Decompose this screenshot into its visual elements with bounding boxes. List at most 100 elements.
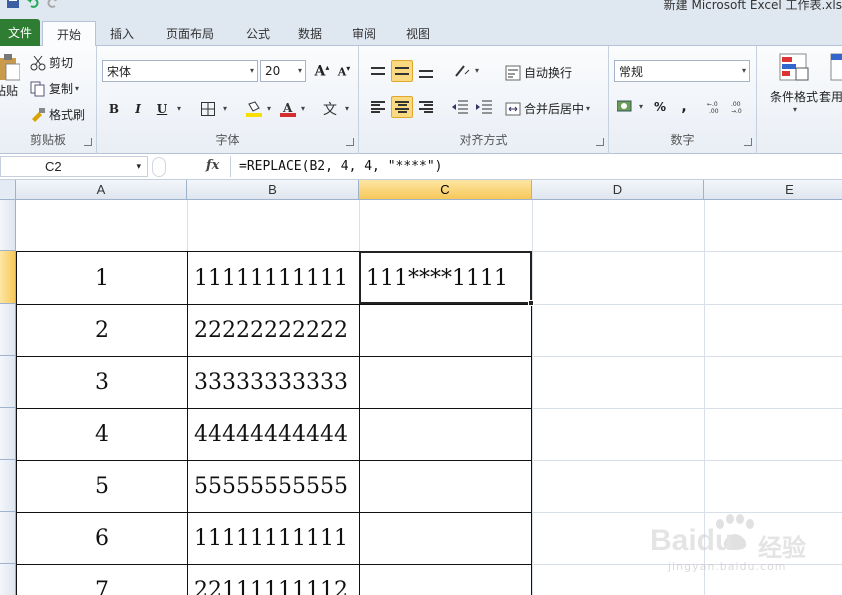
conditional-formatting-button[interactable]: 条件格式 ▾ — [763, 52, 825, 114]
tab-home[interactable]: 开始 — [42, 21, 96, 47]
font-color-dropdown-icon[interactable]: ▾ — [301, 104, 305, 113]
name-box[interactable]: C2 ▾ — [0, 156, 148, 177]
fill-color-button[interactable] — [243, 98, 265, 120]
row-header-7[interactable] — [0, 512, 16, 564]
insert-function-icon[interactable]: fx — [206, 158, 219, 173]
cell-c6[interactable] — [360, 461, 531, 512]
cell-a7[interactable]: 6 — [17, 513, 187, 564]
column-header-e[interactable]: E — [704, 180, 842, 200]
column-header-d[interactable]: D — [532, 180, 704, 200]
row-header-2[interactable] — [0, 251, 16, 304]
underline-dropdown-icon[interactable]: ▾ — [177, 104, 181, 113]
conditional-formatting-icon — [779, 53, 809, 81]
number-launcher-icon[interactable] — [744, 138, 752, 146]
alignment-launcher-icon[interactable] — [596, 138, 604, 146]
copy-button[interactable]: 复制 ▾ — [30, 80, 79, 97]
tab-data[interactable]: 数据 — [288, 21, 332, 46]
tab-page-layout[interactable]: 页面布局 — [150, 21, 230, 46]
cell-b4[interactable]: 33333333333 — [188, 357, 359, 408]
column-header-c[interactable]: C — [359, 180, 532, 200]
decrease-indent-button[interactable] — [449, 96, 471, 118]
wrap-text-button[interactable]: 自动换行 — [505, 64, 572, 81]
cell-b3[interactable]: 22222222222 — [188, 305, 359, 356]
decrease-decimal-button[interactable]: .00 →.0 — [729, 96, 751, 118]
align-bottom-button[interactable] — [415, 60, 437, 82]
format-painter-button[interactable]: 格式刷 — [30, 106, 85, 123]
decrease-font-size-button[interactable]: A▾ — [333, 60, 355, 82]
cell-c2[interactable]: 111****1111 — [360, 252, 531, 304]
cell-c8[interactable] — [360, 565, 531, 595]
italic-button[interactable]: I — [127, 98, 149, 120]
align-center-button[interactable] — [391, 96, 413, 118]
font-name-select[interactable]: 宋体 ▾ — [102, 60, 258, 82]
cell-a3[interactable]: 2 — [17, 305, 187, 356]
phonetic-dropdown-icon[interactable]: ▾ — [345, 104, 349, 113]
cell-c4[interactable] — [360, 357, 531, 408]
clipboard-launcher-icon[interactable] — [84, 138, 92, 146]
tab-view[interactable]: 视图 — [396, 21, 440, 46]
cell-a4[interactable]: 3 — [17, 357, 187, 408]
accounting-format-button[interactable] — [615, 96, 637, 118]
font-launcher-icon[interactable] — [346, 138, 354, 146]
name-box-dropdown-icon[interactable]: ▾ — [136, 161, 141, 172]
formula-bar-splitter[interactable] — [152, 157, 166, 177]
row-header-3[interactable] — [0, 304, 16, 356]
increase-font-size-button[interactable]: A▴ — [311, 60, 333, 82]
borders-dropdown-icon[interactable]: ▾ — [223, 104, 227, 113]
font-color-button[interactable]: A — [277, 98, 299, 120]
align-top-button[interactable] — [367, 60, 389, 82]
tab-insert[interactable]: 插入 — [100, 21, 144, 46]
fill-color-dropdown-icon[interactable]: ▾ — [267, 104, 271, 113]
cell-b7[interactable]: 11111111111 — [188, 513, 359, 564]
number-format-select[interactable]: 常规 ▾ — [614, 60, 750, 82]
align-left-button[interactable] — [367, 96, 389, 118]
cell-a6[interactable]: 5 — [17, 461, 187, 512]
accounting-dropdown-icon[interactable]: ▾ — [639, 102, 643, 111]
cell-a8[interactable]: 7 — [17, 565, 187, 595]
tab-file[interactable]: 文件 — [0, 19, 40, 46]
cell-b6[interactable]: 55555555555 — [188, 461, 359, 512]
select-all-corner[interactable] — [0, 180, 16, 200]
percent-button[interactable]: % — [649, 96, 671, 118]
undo-icon[interactable] — [26, 0, 40, 8]
comma-style-button[interactable]: , — [673, 96, 695, 118]
phonetic-button[interactable]: 文 — [319, 98, 341, 120]
borders-button[interactable] — [197, 98, 219, 120]
tab-formulas[interactable]: 公式 — [236, 21, 280, 46]
column-header-a[interactable]: A — [16, 180, 187, 200]
cell-a5[interactable]: 4 — [17, 409, 187, 460]
align-middle-button[interactable] — [391, 60, 413, 82]
merge-center-button[interactable]: 合并后居中 ▾ — [505, 100, 590, 117]
redo-icon[interactable] — [46, 0, 60, 8]
bold-button[interactable]: B — [103, 98, 125, 120]
cell-b2[interactable]: 11111111111 — [188, 252, 359, 304]
underline-button[interactable]: U — [151, 98, 173, 120]
merge-center-dropdown-icon[interactable]: ▾ — [586, 104, 590, 113]
orientation-button[interactable] — [451, 60, 473, 82]
row-header-8[interactable] — [0, 564, 16, 595]
increase-indent-button[interactable] — [473, 96, 495, 118]
format-as-table-button[interactable]: 套用表格格式 — [819, 52, 842, 105]
cell-c3[interactable] — [360, 305, 531, 356]
fill-handle[interactable] — [528, 300, 534, 306]
paste-button[interactable]: 粘贴 — [0, 54, 22, 99]
orientation-dropdown-icon[interactable]: ▾ — [475, 66, 479, 75]
cell-c7[interactable] — [360, 513, 531, 564]
copy-dropdown-icon[interactable]: ▾ — [75, 84, 79, 93]
increase-decimal-button[interactable]: ←.0.00 — [705, 96, 727, 118]
cut-button[interactable]: 剪切 — [30, 54, 73, 71]
row-header-1[interactable] — [0, 200, 16, 251]
row-header-6[interactable] — [0, 460, 16, 512]
align-right-button[interactable] — [415, 96, 437, 118]
cell-c5[interactable] — [360, 409, 531, 460]
row-header-4[interactable] — [0, 356, 16, 408]
font-size-select[interactable]: 20 ▾ — [260, 60, 306, 82]
cell-b8[interactable]: 22111111112 — [188, 565, 359, 595]
row-header-5[interactable] — [0, 408, 16, 460]
save-icon[interactable] — [6, 0, 20, 8]
column-header-b[interactable]: B — [187, 180, 359, 200]
cell-b5[interactable]: 44444444444 — [188, 409, 359, 460]
formula-input[interactable]: =REPLACE(B2, 4, 4, "****") — [230, 156, 842, 177]
cell-a2[interactable]: 1 — [17, 252, 187, 304]
tab-review[interactable]: 审阅 — [342, 21, 386, 46]
